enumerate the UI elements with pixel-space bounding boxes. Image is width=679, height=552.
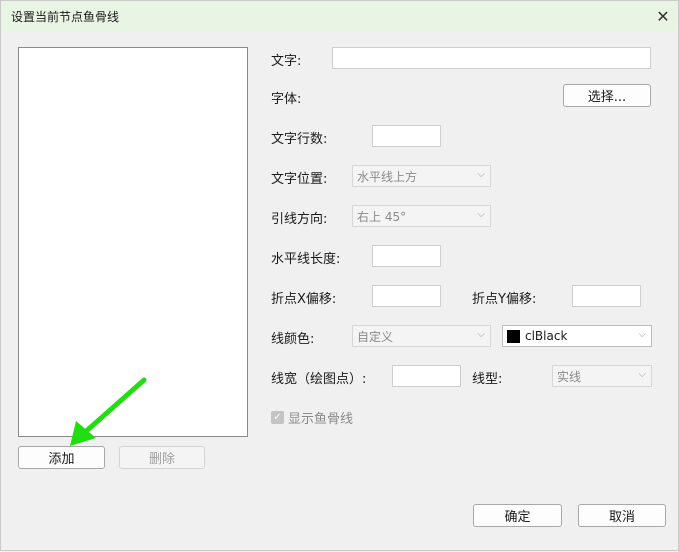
chevron-down-icon: ⌵ xyxy=(477,169,485,180)
add-button[interactable]: 添加 xyxy=(18,446,105,469)
color-value: clBlack xyxy=(525,329,568,343)
color-mode-select[interactable]: 自定义 ⌵ xyxy=(352,325,491,347)
offset-x-input[interactable] xyxy=(372,285,441,307)
chevron-down-icon: ⌵ xyxy=(477,209,485,220)
text-rows-label: 文字行数: xyxy=(271,132,328,147)
text-input[interactable] xyxy=(332,47,651,69)
line-color-label: 线颜色: xyxy=(271,332,315,347)
offset-y-input[interactable] xyxy=(572,285,641,307)
ok-button[interactable]: 确定 xyxy=(473,504,562,527)
chevron-down-icon: ⌵ xyxy=(638,329,646,340)
title-bar: 设置当前节点鱼骨线 ✕ xyxy=(1,1,678,31)
close-button[interactable]: ✕ xyxy=(648,1,678,31)
line-style-value: 实线 xyxy=(557,369,582,384)
leader-direction-select[interactable]: 右上 45° ⌵ xyxy=(352,205,491,227)
line-width-input[interactable] xyxy=(392,365,461,387)
color-mode-value: 自定义 xyxy=(357,329,394,344)
text-position-value: 水平线上方 xyxy=(357,169,418,184)
line-style-label: 线型: xyxy=(472,372,503,387)
check-icon: ✓ xyxy=(271,411,284,424)
chevron-down-icon: ⌵ xyxy=(477,329,485,340)
leader-direction-label: 引线方向: xyxy=(271,212,328,227)
show-fishbone-checkbox[interactable]: ✓ 显示鱼骨线 xyxy=(271,408,353,427)
dialog-window: 设置当前节点鱼骨线 ✕ 添加 删除 文字: 字体: 选择... 文字行数: 文字… xyxy=(0,0,679,551)
fishbone-list[interactable] xyxy=(18,47,248,437)
color-swatch xyxy=(507,329,520,343)
window-title: 设置当前节点鱼骨线 xyxy=(11,10,120,24)
offset-y-label: 折点Y偏移: xyxy=(472,292,537,307)
offset-x-label: 折点X偏移: xyxy=(271,292,337,307)
close-icon: ✕ xyxy=(656,6,670,26)
line-width-label: 线宽（绘图点）: xyxy=(271,372,367,387)
hline-length-label: 水平线长度: xyxy=(271,252,341,267)
color-select[interactable]: clBlack ⌵ xyxy=(502,325,652,347)
text-label: 文字: xyxy=(271,54,302,69)
text-position-label: 文字位置: xyxy=(271,172,328,187)
cancel-button[interactable]: 取消 xyxy=(578,504,666,527)
font-label: 字体: xyxy=(271,92,302,107)
text-rows-input[interactable] xyxy=(372,125,441,147)
chevron-down-icon: ⌵ xyxy=(638,369,646,380)
text-position-select[interactable]: 水平线上方 ⌵ xyxy=(352,165,491,187)
delete-button[interactable]: 删除 xyxy=(119,446,205,469)
show-fishbone-label: 显示鱼骨线 xyxy=(288,412,354,427)
hline-length-input[interactable] xyxy=(372,245,441,267)
line-style-select[interactable]: 实线 ⌵ xyxy=(552,365,652,387)
leader-direction-value: 右上 45° xyxy=(357,209,407,224)
font-select-button[interactable]: 选择... xyxy=(563,84,651,107)
